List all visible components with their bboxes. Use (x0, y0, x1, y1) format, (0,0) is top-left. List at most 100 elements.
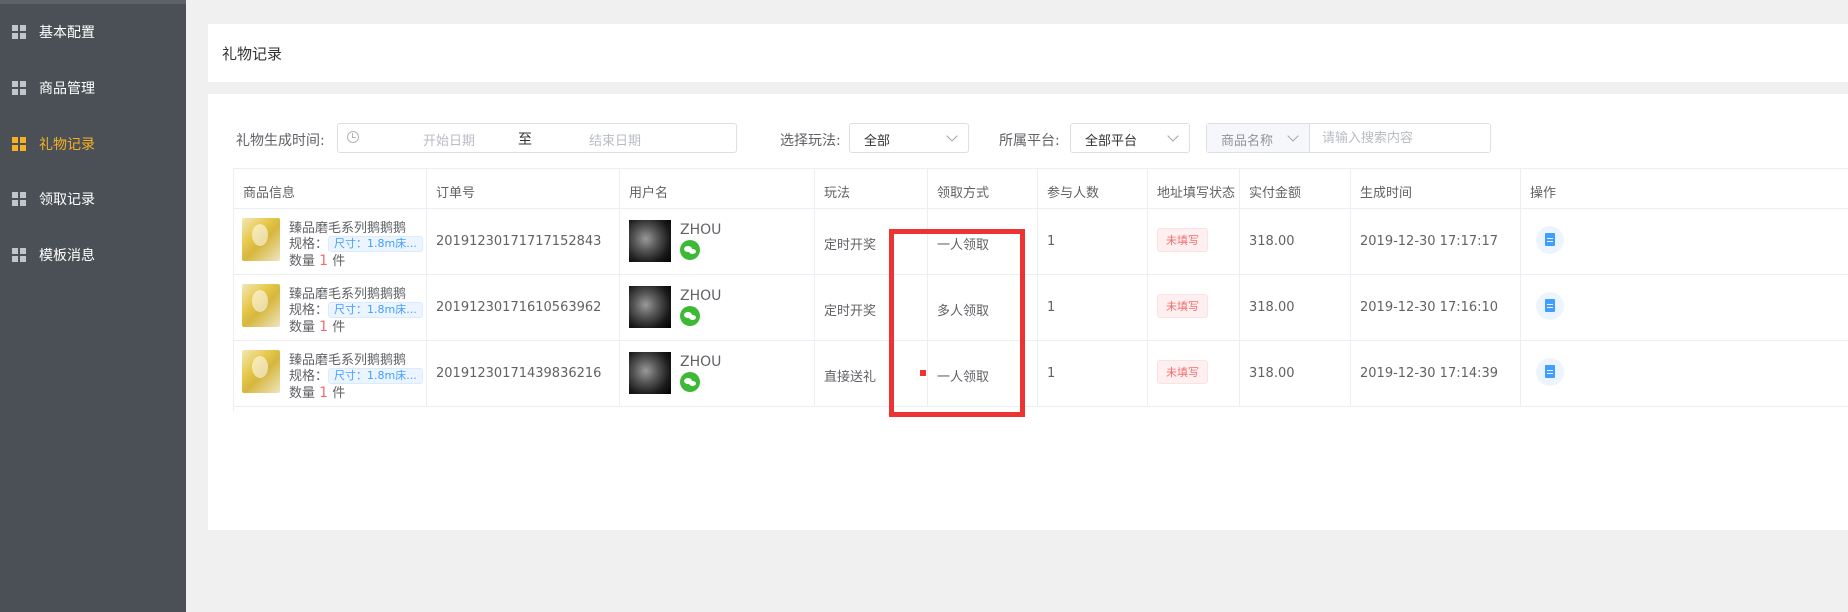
amount-cell: 318.00 (1240, 341, 1351, 407)
created-time: 2019-12-30 17:16:10 (1360, 300, 1499, 315)
product-qty: 数量 1 件 (289, 319, 346, 335)
date-range-picker[interactable]: 开始日期 至 结束日期 (337, 123, 737, 153)
avatar (629, 352, 671, 394)
annotation-dot (920, 370, 926, 376)
order-no: 20191230171439836216 (436, 366, 602, 381)
participants-cell: 1 (1038, 275, 1148, 341)
sidebar-item-label: 模板消息 (39, 248, 95, 264)
chevron-down-icon (1167, 130, 1179, 142)
clock-icon (347, 131, 359, 143)
sidebar-item-label: 领取记录 (39, 192, 95, 208)
time-filter-label: 礼物生成时间: (236, 133, 325, 149)
title-card: 礼物记录 (208, 24, 1848, 82)
order-no-cell: 20191230171439836216 (427, 341, 620, 407)
start-date-input[interactable]: 开始日期 (394, 130, 504, 149)
product-cell: 臻品磨毛系列鹅鹅鹅 规格： 尺寸：1.8m床... 数量 1 件 (234, 209, 427, 275)
sidebar-item-product-management[interactable]: 商品管理 (0, 68, 186, 108)
play-cell: 直接送礼 (815, 341, 928, 407)
avatar (629, 220, 671, 262)
action-cell (1521, 209, 1848, 275)
status-badge: 未填写 (1157, 360, 1208, 384)
grid-icon (12, 81, 26, 95)
participants-cell: 1 (1038, 341, 1148, 407)
user-cell: ZHOU (620, 341, 815, 407)
wechat-icon (680, 306, 700, 326)
detail-button[interactable] (1536, 292, 1564, 320)
column-header: 领取方式 (928, 169, 1038, 209)
play-type: 定时开奖 (824, 238, 877, 253)
detail-button[interactable] (1536, 226, 1564, 254)
status-badge: 未填写 (1157, 228, 1208, 252)
username: ZHOU (680, 222, 722, 238)
product-cell: 臻品磨毛系列鹅鹅鹅 规格： 尺寸：1.8m床... 数量 1 件 (234, 275, 427, 341)
play-select-value: 全部 (864, 134, 891, 149)
play-select[interactable]: 全部 (849, 123, 969, 153)
column-header: 参与人数 (1038, 169, 1148, 209)
platform-filter-label: 所属平台: (999, 133, 1060, 149)
main-area: 礼物记录 礼物生成时间: 开始日期 至 结束日期 选择玩法: 全部 所属平台: … (186, 0, 1848, 612)
column-header: 玩法 (815, 169, 928, 209)
created-cell: 2019-12-30 17:16:10 (1351, 275, 1521, 341)
order-no: 20191230171610563962 (436, 300, 602, 315)
created-cell: 2019-12-30 17:17:17 (1351, 209, 1521, 275)
grid-icon (12, 192, 26, 206)
user-cell: ZHOU (620, 209, 815, 275)
sidebar-item-receive-records[interactable]: 领取记录 (0, 179, 186, 219)
receive-mode: 多人领取 (937, 304, 990, 319)
grid-icon (12, 25, 26, 39)
detail-button[interactable] (1536, 358, 1564, 386)
action-cell (1521, 275, 1848, 341)
column-header: 操作 (1521, 169, 1848, 209)
column-header: 实付金额 (1240, 169, 1351, 209)
product-thumbnail (242, 218, 280, 261)
end-date-input[interactable]: 结束日期 (560, 130, 670, 149)
range-separator: 至 (518, 132, 532, 148)
username: ZHOU (680, 288, 722, 304)
play-type: 定时开奖 (824, 304, 877, 319)
receive-mode: 一人领取 (937, 370, 990, 385)
product-thumbnail (242, 284, 280, 327)
sidebar-item-basic-config[interactable]: 基本配置 (0, 12, 186, 52)
order-no: 20191230171717152843 (436, 234, 602, 249)
address-status-cell: 未填写 (1148, 275, 1240, 341)
search-group: 商品名称 (1206, 123, 1491, 153)
play-cell: 定时开奖 (815, 275, 928, 341)
amount: 318.00 (1249, 300, 1295, 315)
sidebar: 基本配置 商品管理 礼物记录 领取记录 模板消息 (0, 0, 186, 612)
amount: 318.00 (1249, 366, 1295, 381)
gift-records-table: 商品信息 订单号 用户名 玩法 领取方式 参与人数 地址填写状态 实付金额 生成… (233, 168, 1848, 411)
order-no-cell: 20191230171717152843 (427, 209, 620, 275)
sidebar-item-label: 基本配置 (39, 25, 95, 41)
play-filter-label: 选择玩法: (780, 133, 841, 149)
participants: 1 (1047, 366, 1056, 381)
document-icon (1545, 365, 1555, 378)
amount-cell: 318.00 (1240, 275, 1351, 341)
action-cell (1521, 341, 1848, 407)
product-qty: 数量 1 件 (289, 385, 346, 401)
sidebar-item-gift-records[interactable]: 礼物记录 (0, 124, 186, 164)
receive-mode-cell: 多人领取 (928, 275, 1038, 341)
order-no-cell: 20191230171610563962 (427, 275, 620, 341)
wechat-icon (680, 372, 700, 392)
search-field-select[interactable]: 商品名称 (1207, 124, 1310, 152)
document-icon (1545, 299, 1555, 312)
platform-select[interactable]: 全部平台 (1070, 123, 1190, 153)
chevron-down-icon (1287, 130, 1299, 142)
page-title: 礼物记录 (222, 45, 283, 63)
address-status-cell: 未填写 (1148, 209, 1240, 275)
product-qty: 数量 1 件 (289, 253, 346, 269)
amount-cell: 318.00 (1240, 209, 1351, 275)
search-field-value: 商品名称 (1221, 134, 1274, 149)
created-time: 2019-12-30 17:14:39 (1360, 366, 1499, 381)
product-thumbnail (242, 350, 280, 393)
column-header: 地址填写状态 (1148, 169, 1240, 209)
grid-icon (12, 248, 26, 262)
address-status-cell: 未填写 (1148, 341, 1240, 407)
search-input[interactable] (1310, 124, 1488, 152)
user-cell: ZHOU (620, 275, 815, 341)
platform-select-value: 全部平台 (1085, 134, 1138, 149)
participants: 1 (1047, 234, 1056, 249)
sidebar-item-template-messages[interactable]: 模板消息 (0, 235, 186, 275)
created-cell: 2019-12-30 17:14:39 (1351, 341, 1521, 407)
document-icon (1545, 233, 1555, 246)
